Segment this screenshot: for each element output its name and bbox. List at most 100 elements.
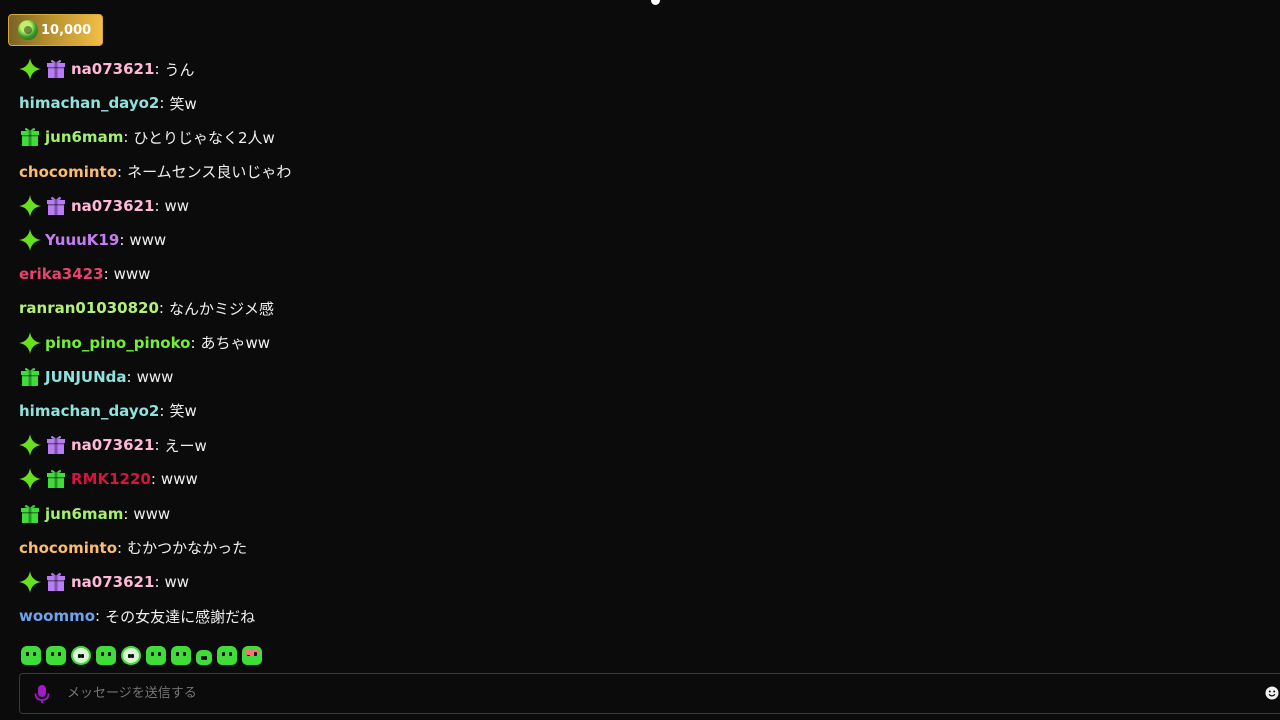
chat-message-list: na073621: うん himachan_dayo2: 笑w jun6mam: ひとりじ… xyxy=(19,52,1280,633)
chat-username[interactable]: chocominto xyxy=(19,539,117,557)
chat-separator: : xyxy=(159,94,165,113)
chat-message: na073621: ww xyxy=(19,565,1280,599)
chat-message-text: ひとりじゃなく2人w xyxy=(133,128,275,147)
chat-username[interactable]: YuuuK19 xyxy=(45,231,119,249)
chat-message-text: www xyxy=(160,470,198,489)
chat-username[interactable]: chocominto xyxy=(19,163,117,181)
chat-message: na073621: うん xyxy=(19,52,1280,86)
chat-username[interactable]: pino_pino_pinoko xyxy=(45,334,190,352)
chat-username[interactable]: ranran01030820 xyxy=(19,299,159,317)
blob-emote[interactable] xyxy=(21,646,41,665)
chat-message-text: www xyxy=(129,231,167,250)
chat-username[interactable]: na073621 xyxy=(71,197,154,215)
sparkle-badge-icon xyxy=(19,58,41,81)
chat-separator: : xyxy=(154,60,160,79)
chat-username[interactable]: na073621 xyxy=(71,436,154,454)
chat-message: himachan_dayo2: 笑w xyxy=(19,86,1280,120)
gift-badge-purple-icon xyxy=(47,196,65,215)
chat-message: woommo: その女友達に感謝だね xyxy=(19,599,1280,633)
chat-username[interactable]: jun6mam xyxy=(45,505,123,523)
chat-separator: : xyxy=(119,231,125,250)
chat-message: himachan_dayo2: 笑w xyxy=(19,394,1280,428)
gift-badge-green-icon xyxy=(21,367,39,386)
chat-message: RMK1220: www xyxy=(19,462,1280,496)
chat-username[interactable]: JUNJUNda xyxy=(45,368,127,386)
ghost-emote[interactable] xyxy=(121,646,141,665)
blob-emote[interactable] xyxy=(217,646,237,665)
chat-message-text: ネームセンス良いじゃわ xyxy=(127,163,292,182)
chat-username[interactable]: na073621 xyxy=(71,60,154,78)
chat-username[interactable]: woommo xyxy=(19,607,95,625)
chat-message-text: www xyxy=(113,265,151,284)
chat-message: pino_pino_pinoko: あちゃww xyxy=(19,326,1280,360)
chat-message-text: むかつかなかった xyxy=(127,539,248,558)
skull-emote[interactable] xyxy=(71,646,91,665)
angry-emote[interactable] xyxy=(46,646,66,665)
sparkle-badge-icon xyxy=(19,331,41,354)
chat-separator: : xyxy=(126,367,132,386)
chat-message: na073621: えーw xyxy=(19,428,1280,462)
blob-emote[interactable] xyxy=(146,646,166,665)
chat-message-text: うん xyxy=(164,60,195,79)
chat-message: jun6mam: ひとりじゃなく2人w xyxy=(19,120,1280,154)
chat-username[interactable]: himachan_dayo2 xyxy=(19,402,159,420)
chat-separator: : xyxy=(117,162,123,181)
gift-badge-purple-icon xyxy=(47,436,65,455)
chat-message: YuuuK19: www xyxy=(19,223,1280,257)
chat-message-text: ww xyxy=(164,572,190,591)
microphone-icon[interactable] xyxy=(31,683,53,705)
gift-badge-purple-icon xyxy=(47,572,65,591)
chat-separator: : xyxy=(159,401,165,420)
chat-username[interactable]: erika3423 xyxy=(19,265,104,283)
chat-message: chocominto: ネームセンス良いじゃわ xyxy=(19,155,1280,189)
chat-message: na073621: ww xyxy=(19,189,1280,223)
sparkle-badge-icon xyxy=(19,570,41,593)
chat-separator: : xyxy=(103,265,109,284)
chat-message-text: その女友達に感謝だね xyxy=(105,607,256,626)
chat-message: ranran01030820: なんかミジメ感 xyxy=(19,291,1280,325)
chat-separator: : xyxy=(117,538,123,557)
emoji-picker-icon[interactable] xyxy=(1265,686,1279,700)
gift-badge-green-icon xyxy=(21,504,39,523)
chat-input[interactable] xyxy=(65,685,1280,702)
sparkle-badge-icon xyxy=(19,194,41,217)
chat-message-text: 笑w xyxy=(169,94,197,113)
chat-username[interactable]: na073621 xyxy=(71,573,154,591)
gift-badge-green-icon xyxy=(47,470,65,489)
gift-badge-green-icon xyxy=(21,128,39,147)
chat-message-text: www xyxy=(133,504,171,523)
chat-message: chocominto: むかつかなかった xyxy=(19,531,1280,565)
small-blob-emote[interactable] xyxy=(196,650,212,665)
chat-message-text: www xyxy=(136,367,174,386)
chat-separator: : xyxy=(150,470,156,489)
chat-separator: : xyxy=(190,333,196,352)
chat-separator: : xyxy=(154,572,160,591)
chat-input-bar xyxy=(19,673,1280,714)
chat-message-text: えーw xyxy=(164,436,207,455)
chat-separator: : xyxy=(154,196,160,215)
chat-username[interactable]: jun6mam xyxy=(45,128,123,146)
sparkle-badge-icon xyxy=(19,229,41,252)
gift-badge-purple-icon xyxy=(47,60,65,79)
pink-blob-emote[interactable] xyxy=(242,646,262,665)
chat-username[interactable]: RMK1220 xyxy=(71,470,151,488)
chat-message: erika3423: www xyxy=(19,257,1280,291)
cursor-dot xyxy=(651,0,660,5)
sparkle-badge-icon xyxy=(19,434,41,457)
chat-message: jun6mam: www xyxy=(19,496,1280,530)
chat-separator: : xyxy=(95,607,101,626)
channel-points-icon xyxy=(18,20,38,40)
blob-emote[interactable] xyxy=(96,646,116,665)
blob-emote[interactable] xyxy=(171,646,191,665)
chat-message-text: 笑w xyxy=(169,402,197,421)
chat-message-text: あちゃww xyxy=(200,334,271,353)
chat-username[interactable]: himachan_dayo2 xyxy=(19,94,159,112)
chat-message-text: ww xyxy=(164,196,190,215)
chat-separator: : xyxy=(154,436,160,455)
chat-separator: : xyxy=(123,504,129,523)
chat-message: JUNJUNda: www xyxy=(19,360,1280,394)
chat-separator: : xyxy=(158,299,164,318)
channel-points-button[interactable]: 10,000 xyxy=(8,14,103,46)
emote-quick-bar xyxy=(21,646,262,665)
chat-message-text: なんかミジメ感 xyxy=(168,299,274,318)
